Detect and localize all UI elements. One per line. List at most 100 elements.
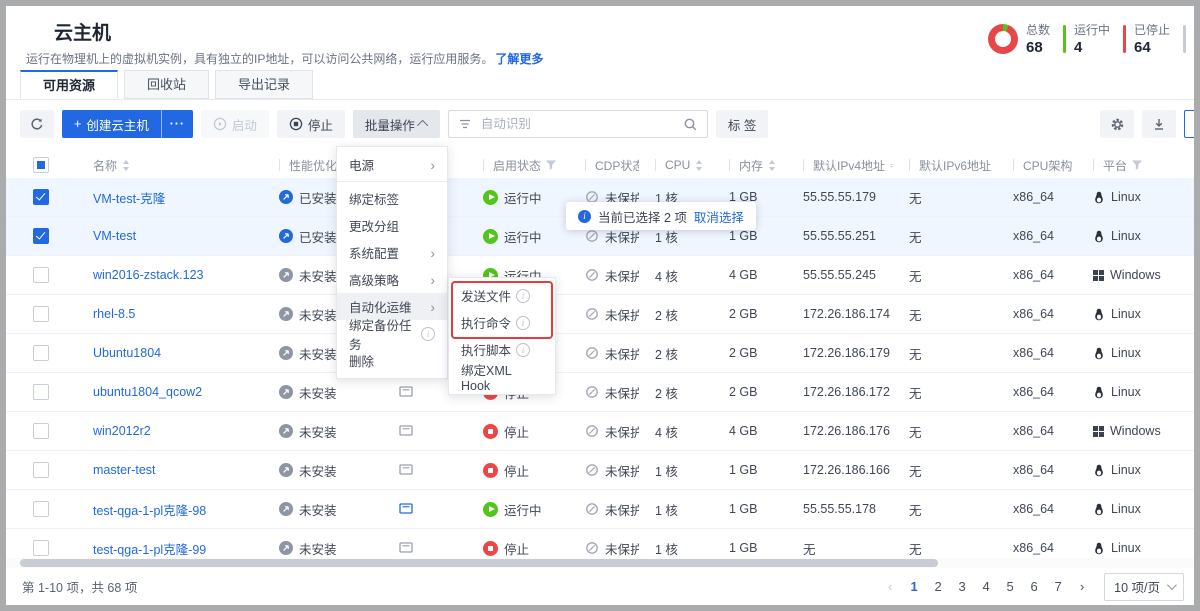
- create-vm-button[interactable]: +创建云主机: [62, 110, 161, 138]
- stop-button[interactable]: 停止: [277, 110, 345, 138]
- menu-item-更改分组[interactable]: 更改分组: [337, 212, 447, 239]
- sort-icon[interactable]: [768, 160, 776, 171]
- row-checkbox[interactable]: [33, 267, 49, 283]
- learn-more-link[interactable]: 了解更多: [495, 52, 543, 66]
- row-checkbox[interactable]: [33, 423, 49, 439]
- page-button-7[interactable]: 7: [1048, 575, 1068, 599]
- submenu-item-label: 绑定XML Hook: [461, 360, 543, 393]
- vm-name-link[interactable]: master-test: [93, 463, 156, 477]
- linux-icon: [1093, 191, 1105, 204]
- search-icon[interactable]: [684, 118, 697, 131]
- table-row[interactable]: test-qga-1-pl克隆-98未安装运行中未保护1 核1 GB55.55.…: [6, 490, 1194, 529]
- batch-operations-button[interactable]: 批量操作: [353, 110, 440, 138]
- prev-page-button[interactable]: ‹: [880, 575, 900, 599]
- submenu-item-执行命令[interactable]: 执行命令i: [449, 309, 555, 336]
- page-button-5[interactable]: 5: [1000, 575, 1020, 599]
- vm-name-link[interactable]: win2012r2: [93, 424, 151, 438]
- menu-item-绑定备份任务[interactable]: 绑定备份任务i: [337, 320, 447, 347]
- sort-icon[interactable]: [122, 160, 130, 171]
- submenu-item-绑定XML Hook[interactable]: 绑定XML Hook: [449, 363, 555, 390]
- search-box[interactable]: [448, 110, 708, 138]
- cdp-state-text: 未保护: [605, 344, 639, 363]
- tab-导出记录[interactable]: 导出记录: [215, 70, 313, 99]
- table-row[interactable]: master-test未安装停止未保护1 核1 GB172.26.186.166…: [6, 451, 1194, 490]
- row-checkbox[interactable]: [33, 306, 49, 322]
- next-page-button[interactable]: ›: [1072, 575, 1092, 599]
- menu-item-电源[interactable]: 电源›: [337, 151, 447, 178]
- page-button-1[interactable]: 1: [904, 575, 924, 599]
- page-button-2[interactable]: 2: [928, 575, 948, 599]
- vm-name-link[interactable]: test-qga-1-pl克隆-98: [93, 500, 206, 519]
- cell-ipv6: 无: [893, 500, 997, 519]
- row-checkbox[interactable]: [33, 228, 49, 244]
- caret-up-icon: [417, 120, 428, 131]
- cdp-state-text: 未保护: [605, 266, 639, 285]
- vm-name-link[interactable]: win2016-zstack.123: [93, 268, 203, 282]
- tab-可用资源[interactable]: 可用资源: [20, 70, 118, 99]
- table-row[interactable]: ubuntu1804_qcow2未安装停止未保护2 核2 GB172.26.18…: [6, 373, 1194, 412]
- tab-回收站[interactable]: 回收站: [124, 70, 209, 99]
- table-row[interactable]: win2016-zstack.123未安装运行中未保护4 核4 GB55.55.…: [6, 256, 1194, 295]
- table-row[interactable]: win2012r2未安装停止未保护4 核4 GB172.26.186.176无x…: [6, 412, 1194, 451]
- vm-name-link[interactable]: VM-test: [93, 229, 136, 243]
- agent-installed-icon: [279, 229, 293, 243]
- console-icon[interactable]: [399, 386, 413, 398]
- page-button-3[interactable]: 3: [952, 575, 972, 599]
- filter-lines-icon: [459, 119, 471, 129]
- cell-console: [383, 425, 467, 437]
- vm-name-link[interactable]: Ubuntu1804: [93, 346, 161, 360]
- page-size-select[interactable]: 10 项/页: [1104, 573, 1184, 601]
- cell-ipv6: 无: [893, 227, 997, 246]
- vm-name-link[interactable]: VM-test-克隆: [93, 188, 165, 207]
- search-input[interactable]: [479, 116, 676, 132]
- cell-name: win2012r2: [77, 424, 263, 438]
- page-button-6[interactable]: 6: [1024, 575, 1044, 599]
- vm-name-link[interactable]: test-qga-1-pl克隆-99: [93, 539, 206, 558]
- cancel-selection-link[interactable]: 取消选择: [694, 207, 744, 226]
- menu-item-绑定标签[interactable]: 绑定标签: [337, 185, 447, 212]
- console-icon[interactable]: [399, 542, 413, 554]
- page-button-4[interactable]: 4: [976, 575, 996, 599]
- cell-platform: Linux: [1077, 463, 1194, 477]
- table-row[interactable]: Ubuntu1804未安装运行中未保护2 核2 GB172.26.186.179…: [6, 334, 1194, 373]
- row-checkbox[interactable]: [33, 189, 49, 205]
- select-all-checkbox[interactable]: [33, 157, 49, 173]
- linux-icon: [1093, 464, 1105, 477]
- vm-name-link[interactable]: rhel-8.5: [93, 307, 135, 321]
- filter-icon[interactable]: [1132, 160, 1142, 170]
- page-description: 运行在物理机上的虚拟机实例，具有独立的IP地址，可以访问公共网络，运行应用服务。…: [26, 50, 543, 67]
- cloud-vm-page: 云主机 运行在物理机上的虚拟机实例，具有独立的IP地址，可以访问公共网络，运行应…: [6, 6, 1194, 605]
- row-checkbox[interactable]: [33, 540, 49, 556]
- clipped-edge-button[interactable]: [1184, 110, 1194, 138]
- column-header-ipv6: 默认IPv6地址: [893, 157, 997, 174]
- menu-item-高级策略[interactable]: 高级策略›: [337, 266, 447, 293]
- export-button[interactable]: [1142, 110, 1176, 138]
- column-header-ipv4: 默认IPv4地址: [787, 157, 893, 174]
- sort-icon[interactable]: [695, 160, 703, 171]
- row-checkbox[interactable]: [33, 462, 49, 478]
- submenu-item-执行脚本[interactable]: 执行脚本i: [449, 336, 555, 363]
- filter-icon[interactable]: [546, 160, 556, 170]
- row-checkbox[interactable]: [33, 384, 49, 400]
- linux-icon: [1093, 230, 1105, 243]
- console-icon[interactable]: [399, 503, 413, 515]
- cdp-unprotected-icon: [585, 229, 599, 243]
- console-icon[interactable]: [399, 425, 413, 437]
- settings-button[interactable]: [1100, 110, 1134, 138]
- refresh-button[interactable]: [20, 110, 54, 138]
- stat-value: 4: [1074, 39, 1110, 56]
- console-icon[interactable]: [399, 464, 413, 476]
- start-button[interactable]: 启动: [201, 110, 269, 138]
- table-row[interactable]: rhel-8.5未安装运行中未保护2 核2 GB172.26.186.174无x…: [6, 295, 1194, 334]
- more-actions-button[interactable]: ···: [161, 110, 193, 138]
- row-checkbox[interactable]: [33, 501, 49, 517]
- menu-item-系统配置[interactable]: 系统配置›: [337, 239, 447, 266]
- scrollbar-thumb[interactable]: [20, 559, 938, 567]
- submenu-item-发送文件[interactable]: 发送文件i: [449, 282, 555, 309]
- tag-button[interactable]: 标 签: [716, 110, 768, 138]
- row-select-cell: [6, 384, 77, 400]
- submenu-item-label: 发送文件: [461, 286, 511, 305]
- cdp-state-text: 未保护: [605, 500, 639, 519]
- row-checkbox[interactable]: [33, 345, 49, 361]
- vm-name-link[interactable]: ubuntu1804_qcow2: [93, 385, 202, 399]
